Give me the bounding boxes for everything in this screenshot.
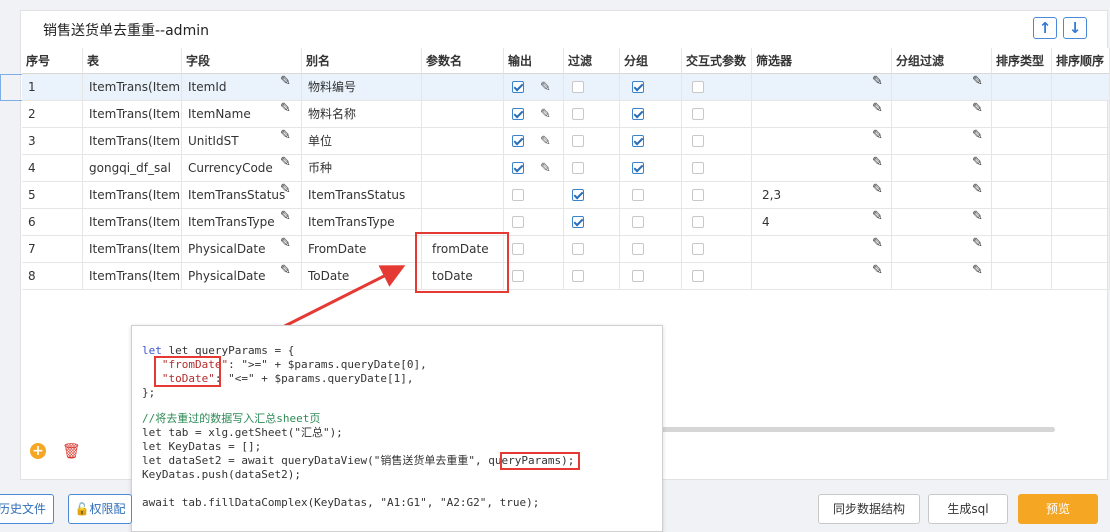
code-line-3: : "<=" + $params.queryDate[1], <box>214 372 414 385</box>
generate-sql-button[interactable]: 生成sql <box>928 494 1008 524</box>
code-line-8: let dataSet2 = await queryDataView("销售送货… <box>142 454 489 467</box>
sync-structure-button[interactable]: 同步数据结构 <box>818 494 920 524</box>
code-line-7: let KeyDatas = []; <box>142 440 262 453</box>
code-queryparams-highlight <box>500 452 580 470</box>
permission-button[interactable]: 🔓权限配 <box>68 494 132 524</box>
code-line-9: KeyDatas.push(dataSet2); <box>142 468 301 481</box>
code-keys-highlight <box>154 356 221 387</box>
code-line-4: }; <box>142 386 156 399</box>
preview-button[interactable]: 预览 <box>1018 494 1098 524</box>
footer-bar: 历史文件 🔓权限配 同步数据结构 生成sql 预览 <box>0 490 1110 531</box>
lock-icon: 🔓 <box>74 502 90 516</box>
code-comment: //将去重过的数据写入汇总sheet页 <box>142 412 321 425</box>
history-file-button[interactable]: 历史文件 <box>0 494 54 524</box>
code-line-2: : ">=" + $params.queryDate[0], <box>228 358 427 371</box>
permission-label: 权限配 <box>89 502 126 516</box>
code-line-6: let tab = xlg.getSheet("汇总"); <box>142 426 343 439</box>
